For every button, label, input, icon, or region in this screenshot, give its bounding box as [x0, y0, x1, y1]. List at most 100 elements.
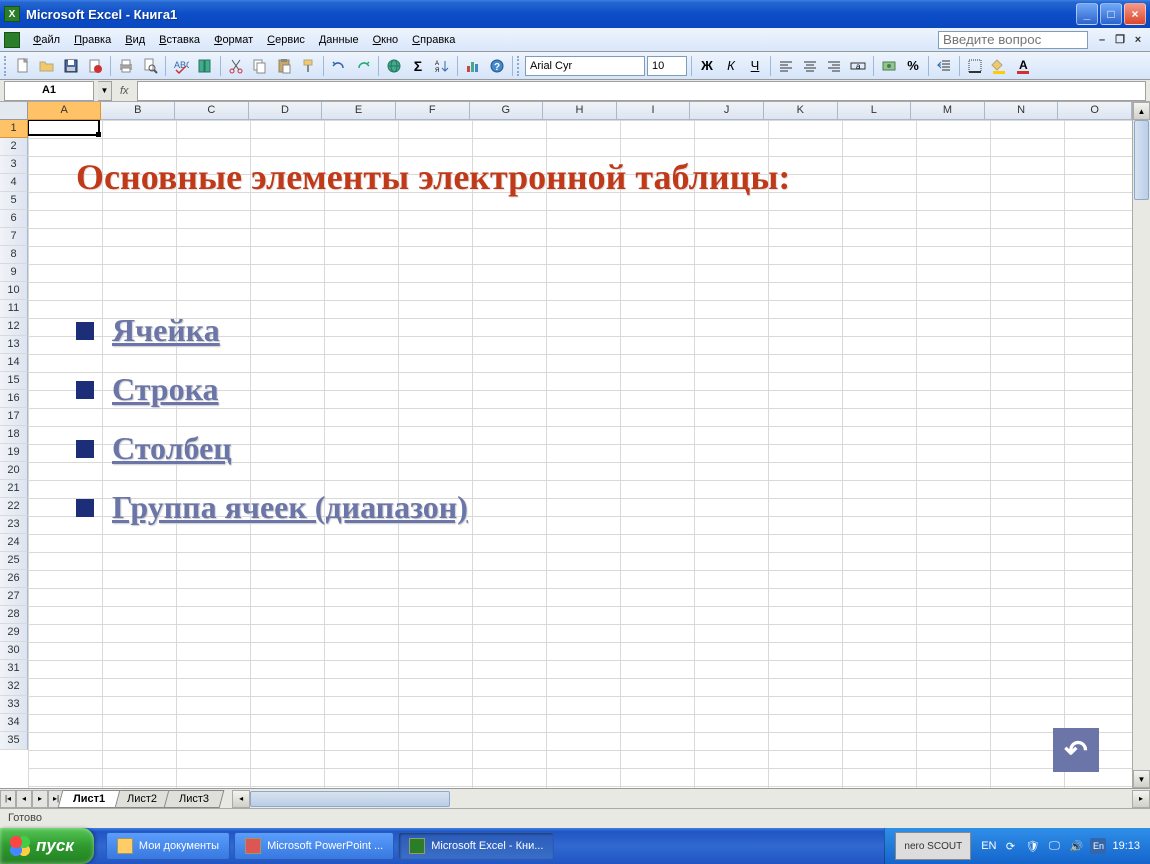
borders-button[interactable]	[964, 55, 986, 77]
col-header-N[interactable]: N	[985, 102, 1059, 120]
font-size-select[interactable]	[647, 56, 687, 76]
cells-area[interactable]: Основные элементы электронной таблицы: Я…	[28, 120, 1132, 788]
row-header-18[interactable]: 18	[0, 426, 28, 444]
col-header-D[interactable]: D	[249, 102, 323, 120]
toolbar-grip-2[interactable]	[517, 56, 521, 76]
minimize-button[interactable]: _	[1076, 3, 1098, 25]
mdi-minimize-button[interactable]: –	[1094, 33, 1110, 47]
align-center-button[interactable]	[799, 55, 821, 77]
row-header-3[interactable]: 3	[0, 156, 28, 174]
mdi-close-button[interactable]: ×	[1130, 33, 1146, 47]
bullet-item-range[interactable]: Группа ячеек (диапазон)	[76, 489, 1102, 526]
tray-icon-2[interactable]: 🛡	[1024, 838, 1040, 854]
row-header-12[interactable]: 12	[0, 318, 28, 336]
col-header-H[interactable]: H	[543, 102, 617, 120]
tray-icon-3[interactable]: 🖵	[1046, 838, 1062, 854]
bullet-item-cell[interactable]: Ячейка	[76, 312, 1102, 349]
hyperlink-button[interactable]	[383, 55, 405, 77]
row-header-32[interactable]: 32	[0, 678, 28, 696]
hscroll-thumb[interactable]	[250, 791, 450, 807]
print-preview-button[interactable]	[139, 55, 161, 77]
menu-window[interactable]: Окно	[366, 31, 406, 49]
fill-color-button[interactable]	[988, 55, 1010, 77]
chart-wizard-button[interactable]	[462, 55, 484, 77]
new-button[interactable]	[12, 55, 34, 77]
open-button[interactable]	[36, 55, 58, 77]
fx-icon[interactable]: fx	[120, 85, 129, 97]
row-header-29[interactable]: 29	[0, 624, 28, 642]
vscroll-thumb[interactable]	[1134, 120, 1149, 200]
scroll-left-button[interactable]: ◂	[232, 790, 250, 808]
col-header-J[interactable]: J	[690, 102, 764, 120]
currency-button[interactable]	[878, 55, 900, 77]
row-header-8[interactable]: 8	[0, 246, 28, 264]
col-header-F[interactable]: F	[396, 102, 470, 120]
row-header-6[interactable]: 6	[0, 210, 28, 228]
menu-file[interactable]: Файл	[26, 31, 67, 49]
row-header-15[interactable]: 15	[0, 372, 28, 390]
name-box-dropdown[interactable]: ▼	[98, 81, 112, 101]
menu-view[interactable]: Вид	[118, 31, 152, 49]
row-header-7[interactable]: 7	[0, 228, 28, 246]
undo-button[interactable]	[328, 55, 350, 77]
tab-next-button[interactable]: ▸	[32, 790, 48, 808]
spelling-button[interactable]: ABC	[170, 55, 192, 77]
row-header-16[interactable]: 16	[0, 390, 28, 408]
col-header-K[interactable]: K	[764, 102, 838, 120]
paste-button[interactable]	[273, 55, 295, 77]
save-button[interactable]	[60, 55, 82, 77]
decrease-indent-button[interactable]	[933, 55, 955, 77]
row-header-11[interactable]: 11	[0, 300, 28, 318]
row-header-1[interactable]: 1	[0, 120, 28, 138]
tray-icon-1[interactable]: ⟳	[1002, 838, 1018, 854]
horizontal-scrollbar[interactable]: ◂ ▸	[232, 790, 1150, 808]
font-color-button[interactable]: A	[1012, 55, 1034, 77]
menu-tools[interactable]: Сервис	[260, 31, 312, 49]
menu-edit[interactable]: Правка	[67, 31, 118, 49]
bullet-item-column[interactable]: Столбец	[76, 430, 1102, 467]
row-header-13[interactable]: 13	[0, 336, 28, 354]
align-left-button[interactable]	[775, 55, 797, 77]
language-indicator[interactable]: EN	[981, 840, 996, 852]
mdi-restore-button[interactable]: ❐	[1112, 33, 1128, 47]
sort-asc-button[interactable]: АЯ	[431, 55, 453, 77]
format-painter-button[interactable]	[297, 55, 319, 77]
font-name-select[interactable]	[525, 56, 645, 76]
menu-format[interactable]: Формат	[207, 31, 260, 49]
underline-button[interactable]: Ч	[744, 55, 766, 77]
taskbar-item-excel[interactable]: Microsoft Excel - Кни...	[398, 832, 554, 860]
col-header-L[interactable]: L	[838, 102, 912, 120]
row-header-22[interactable]: 22	[0, 498, 28, 516]
row-header-30[interactable]: 30	[0, 642, 28, 660]
taskbar-item-powerpoint[interactable]: Microsoft PowerPoint ...	[234, 832, 394, 860]
align-right-button[interactable]	[823, 55, 845, 77]
autosum-button[interactable]: Σ	[407, 55, 429, 77]
nero-scout-widget[interactable]: nero SCOUT	[895, 832, 971, 860]
bold-button[interactable]: Ж	[696, 55, 718, 77]
col-header-G[interactable]: G	[470, 102, 544, 120]
row-header-9[interactable]: 9	[0, 264, 28, 282]
copy-button[interactable]	[249, 55, 271, 77]
row-header-2[interactable]: 2	[0, 138, 28, 156]
col-header-E[interactable]: E	[322, 102, 396, 120]
row-header-20[interactable]: 20	[0, 462, 28, 480]
sheet-tab-1[interactable]: Лист1	[58, 790, 121, 808]
cut-button[interactable]	[225, 55, 247, 77]
row-header-14[interactable]: 14	[0, 354, 28, 372]
active-cell-cursor[interactable]	[28, 120, 100, 136]
row-header-34[interactable]: 34	[0, 714, 28, 732]
row-header-23[interactable]: 23	[0, 516, 28, 534]
scroll-down-button[interactable]: ▼	[1133, 770, 1150, 788]
row-header-26[interactable]: 26	[0, 570, 28, 588]
help-button[interactable]: ?	[486, 55, 508, 77]
menu-insert[interactable]: Вставка	[152, 31, 207, 49]
return-button[interactable]: ↶	[1053, 728, 1099, 772]
sheet-tab-3[interactable]: Лист3	[164, 790, 225, 808]
close-button[interactable]: ×	[1124, 3, 1146, 25]
vertical-scrollbar[interactable]: ▲ ▼	[1132, 102, 1150, 788]
row-header-28[interactable]: 28	[0, 606, 28, 624]
print-button[interactable]	[115, 55, 137, 77]
row-header-17[interactable]: 17	[0, 408, 28, 426]
italic-button[interactable]: К	[720, 55, 742, 77]
tab-first-button[interactable]: |◂	[0, 790, 16, 808]
